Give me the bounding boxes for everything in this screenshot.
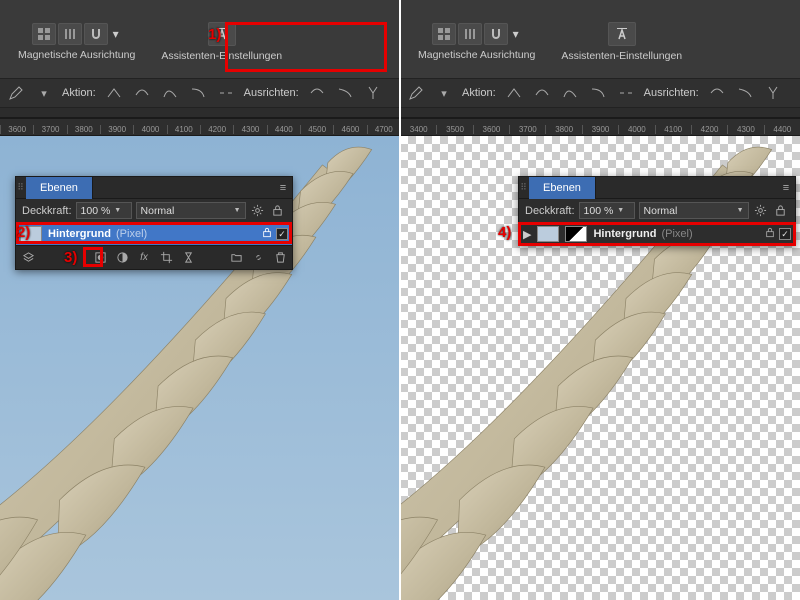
tab-layers[interactable]: Ebenen [26,177,93,199]
magnetic-alignment-group: ▾ Magnetische Ausrichtung [412,19,541,65]
opacity-dropdown[interactable]: 100 %▼ [76,202,132,219]
ruler: 36003700 38003900 40004100 42004300 4400… [0,118,400,136]
panel-drag-handle[interactable]: ⠿ [16,182,26,193]
assistant-settings-group: Assistenten-Einstellungen [151,18,292,66]
adjustment-icon[interactable] [114,250,130,266]
dropdown-caret-icon[interactable]: ▾ [110,23,122,45]
align-v-icon[interactable] [763,83,783,103]
visibility-checkbox[interactable] [779,228,791,240]
action-label: Aktion: [462,87,496,99]
trash-icon[interactable] [272,250,288,266]
layer-row-background[interactable]: ▶ Hintergrund (Pixel) [519,223,795,245]
assistant-settings-label: Assistenten-Einstellungen [161,50,282,62]
lock-icon[interactable] [270,203,286,219]
align-h-icon[interactable] [307,83,327,103]
grid-icon[interactable] [32,23,56,45]
layers-panel: ⠿ Ebenen ≡ Deckkraft: 100 %▼ Normal▼ Hin… [15,176,293,270]
hourglass-icon[interactable] [180,250,196,266]
crop-icon[interactable] [158,250,174,266]
dropdown-icon[interactable]: ▾ [34,83,54,103]
gear-icon[interactable] [250,203,266,219]
node-break-icon[interactable] [616,83,636,103]
assistant-icon[interactable] [208,22,236,46]
node-break-icon[interactable] [216,83,236,103]
node-sharp-icon[interactable] [104,83,124,103]
panel-menu-icon[interactable]: ≡ [777,182,795,194]
opacity-label: Deckkraft: [525,205,575,217]
node-sharp-icon[interactable] [504,83,524,103]
assistant-settings-group: Assistenten-Einstellungen [551,18,692,66]
node-curve1-icon[interactable] [560,83,580,103]
gear-icon[interactable] [753,203,769,219]
pen-icon[interactable] [6,83,26,103]
magnet-icon[interactable] [84,23,108,45]
align-h-icon[interactable] [707,83,727,103]
lock-icon[interactable] [765,227,775,241]
pen-icon[interactable] [406,83,426,103]
magnetic-alignment-label: Magnetische Ausrichtung [18,49,135,61]
layer-thumbnail [537,226,559,242]
opacity-dropdown[interactable]: 100 %▼ [579,202,635,219]
expand-arrow-icon[interactable]: ▶ [523,228,531,241]
lock-icon[interactable] [262,227,272,241]
columns-icon[interactable] [458,23,482,45]
magnet-icon[interactable] [484,23,508,45]
assistant-settings-label: Assistenten-Einstellungen [561,50,682,62]
node-curve1-icon[interactable] [160,83,180,103]
dropdown-icon[interactable]: ▾ [434,83,454,103]
layer-thumbnail [20,226,42,242]
layers-panel: ⠿ Ebenen ≡ Deckkraft: 100 %▼ Normal▼ ▶ H… [518,176,796,246]
folder-icon[interactable] [228,250,244,266]
blendmode-dropdown[interactable]: Normal▼ [639,202,749,219]
magnetic-alignment-label: Magnetische Ausrichtung [418,49,535,61]
align-label: Ausrichten: [244,87,299,99]
columns-icon[interactable] [58,23,82,45]
node-smooth-icon[interactable] [532,83,552,103]
node-curve2-icon[interactable] [588,83,608,103]
node-curve2-icon[interactable] [188,83,208,103]
fx-icon[interactable]: fx [136,250,152,266]
align-label: Ausrichten: [644,87,699,99]
panel-menu-icon[interactable]: ≡ [274,182,292,194]
align-v-icon[interactable] [363,83,383,103]
assistant-icon[interactable] [608,22,636,46]
panel-drag-handle[interactable]: ⠿ [519,182,529,193]
tab-layers[interactable]: Ebenen [529,177,596,199]
opacity-label: Deckkraft: [22,205,72,217]
action-label: Aktion: [62,87,96,99]
layer-row-background[interactable]: Hintergrund (Pixel) [16,223,292,245]
layers-icon[interactable] [20,250,36,266]
dropdown-caret-icon[interactable]: ▾ [510,23,522,45]
visibility-checkbox[interactable] [276,228,288,240]
layer-mask-thumbnail [565,226,587,242]
magnetic-alignment-group: ▾ Magnetische Ausrichtung [12,19,141,65]
link-icon[interactable] [250,250,266,266]
mask-icon[interactable] [92,250,108,266]
align-curve-icon[interactable] [335,83,355,103]
blendmode-dropdown[interactable]: Normal▼ [136,202,246,219]
node-smooth-icon[interactable] [132,83,152,103]
ruler: 34003500 36003700 38003900 40004100 4200… [400,118,800,136]
grid-icon[interactable] [432,23,456,45]
lock-icon[interactable] [773,203,789,219]
align-curve-icon[interactable] [735,83,755,103]
